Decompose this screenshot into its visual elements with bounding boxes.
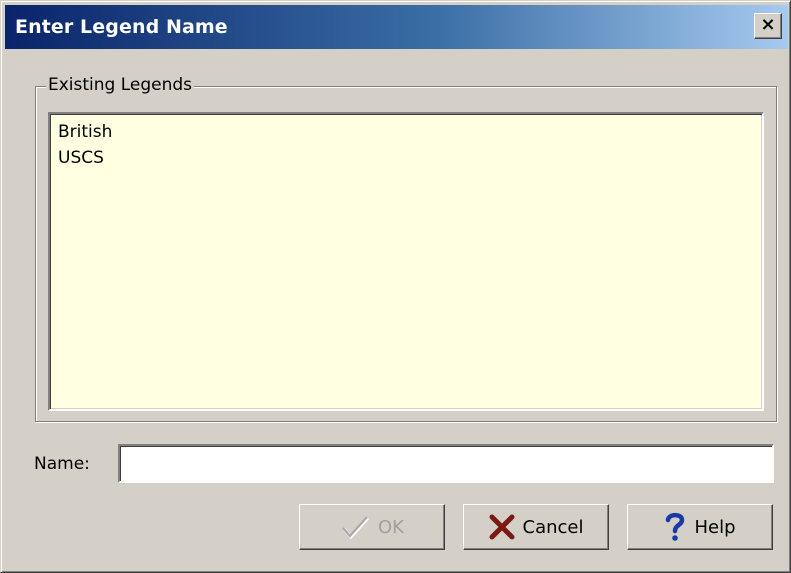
list-item[interactable]: USCS <box>50 145 762 171</box>
cancel-label: Cancel <box>522 516 584 538</box>
enter-legend-name-dialog: Enter Legend Name × Existing Legends Bri… <box>0 0 791 573</box>
cancel-button[interactable]: Cancel <box>463 504 609 550</box>
help-label: Help <box>694 516 736 538</box>
ok-button[interactable]: OK <box>299 504 445 550</box>
name-input[interactable] <box>118 444 774 483</box>
window-title: Enter Legend Name <box>15 16 228 38</box>
checkmark-icon <box>340 514 370 540</box>
close-button[interactable]: × <box>754 13 782 39</box>
list-item[interactable]: British <box>50 119 762 145</box>
name-label: Name: <box>34 454 90 474</box>
question-icon <box>664 512 686 542</box>
ok-label: OK <box>378 516 404 538</box>
help-button[interactable]: Help <box>627 504 773 550</box>
group-legend: Existing Legends <box>46 75 195 95</box>
existing-legends-group: Existing Legends British USCS <box>35 75 777 422</box>
x-icon <box>489 514 515 540</box>
legends-listbox[interactable]: British USCS <box>48 112 764 411</box>
title-bar[interactable]: Enter Legend Name × <box>5 5 788 49</box>
close-icon: × <box>760 14 776 35</box>
